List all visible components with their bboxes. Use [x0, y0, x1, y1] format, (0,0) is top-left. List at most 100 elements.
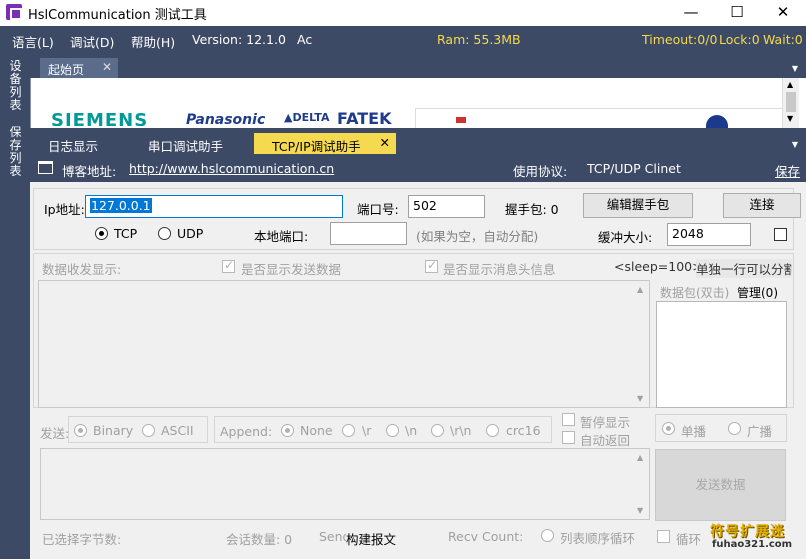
scroll-up-icon[interactable]: ▲	[787, 80, 793, 89]
show-send-checkbox[interactable]	[222, 258, 235, 273]
protocol-label: 使用协议:	[513, 164, 568, 179]
port-label: 端口号:	[357, 202, 399, 217]
tab-serial[interactable]: 串口调试助手	[148, 136, 223, 155]
scroll-up-icon[interactable]: ▲	[637, 453, 643, 462]
binary-radio[interactable]	[74, 424, 87, 437]
ascii-radio[interactable]	[142, 424, 155, 437]
ip-input[interactable]: 127.0.0.1	[85, 195, 343, 218]
port-input[interactable]: 502	[408, 195, 485, 218]
scroll-up-icon[interactable]: ▲	[637, 285, 643, 294]
tool-tab-bar: 日志显示 串口调试助手 TCP/IP调试助手 ✕ ▼	[30, 128, 806, 154]
send-textarea[interactable]: ▲ ▼	[40, 448, 650, 520]
save-link[interactable]: 保存	[775, 161, 800, 180]
loop-label: 循环	[676, 532, 702, 547]
manage-label[interactable]: 管理(0)	[737, 284, 778, 301]
append-rn-radio[interactable]	[431, 424, 444, 437]
udp-radio[interactable]	[158, 227, 171, 240]
minimize-button[interactable]: —	[668, 0, 714, 26]
title-bar: HslCommunication 测试工具 — ☐ ✕	[0, 0, 806, 26]
delta-logo: ▲DELTA	[284, 111, 330, 124]
ram-status: Ram: 55.3MB	[437, 32, 521, 47]
tab-start-page[interactable]: 起始页 ✕	[40, 58, 118, 78]
close-button[interactable]: ✕	[760, 0, 806, 26]
auto-return-checkbox[interactable]	[562, 431, 575, 444]
show-header-checkbox[interactable]	[425, 258, 438, 273]
scroll-down-icon[interactable]: ▼	[637, 506, 643, 515]
local-port-label: 本地端口:	[254, 229, 309, 244]
banner-mark	[456, 117, 466, 123]
show-header-label: 是否显示消息头信息	[443, 262, 556, 277]
close-icon[interactable]: ✕	[380, 135, 390, 150]
tcp-ip-panel: Ip地址: 127.0.0.1 端口号: 502 握手包: 0 编辑握手包 连接…	[30, 182, 806, 559]
udp-label: UDP	[177, 226, 204, 241]
chevron-down-icon[interactable]: ▼	[792, 140, 798, 149]
unicast-radio[interactable]	[662, 422, 675, 435]
banner-circle-icon	[706, 115, 728, 129]
connect-button[interactable]: 连接	[723, 193, 801, 218]
local-port-input[interactable]	[330, 222, 407, 245]
recv-label: 数据收发显示:	[42, 262, 122, 277]
append-rn-label: \r\n	[450, 423, 472, 438]
send-label: 发送:	[40, 426, 70, 441]
scroll-thumb[interactable]	[786, 92, 796, 112]
append-n-label: \n	[405, 423, 418, 438]
binary-label: Binary	[93, 423, 134, 438]
buffer-checkbox[interactable]	[774, 228, 787, 241]
close-icon[interactable]: ✕	[102, 60, 112, 74]
start-page-panel: SIEMENS Panasonic ▲DELTA FATEK ▲ ▼	[30, 78, 806, 129]
tab-tcp-ip[interactable]: TCP/IP调试助手 ✕	[254, 133, 396, 154]
menu-ac[interactable]: Ac	[297, 32, 312, 47]
left-dock-strip: 设备列表 保存列表	[0, 52, 30, 559]
protocol-value: TCP/UDP Clinet	[587, 161, 681, 176]
list-loop-radio[interactable]	[541, 529, 554, 542]
sleep-label: <sleep=100>	[614, 259, 703, 274]
doc-scrollbar[interactable]: ▲ ▼	[782, 78, 799, 128]
banner-image	[415, 108, 785, 129]
append-none-label: None	[300, 423, 333, 438]
receive-scrollbar[interactable]: ▲ ▼	[634, 281, 649, 407]
handshake-label: 握手包: 0	[505, 202, 559, 217]
buffer-input[interactable]: 2048	[667, 223, 751, 246]
broadcast-label: 广播	[747, 424, 773, 439]
blog-link[interactable]: http://www.hslcommunication.cn	[129, 161, 334, 176]
single-line-label: 单独一行可以分割	[696, 259, 792, 278]
append-crc16-radio[interactable]	[486, 424, 499, 437]
menu-bar: 语言(L) 调试(D) 帮助(H) Version: 12.1.0 Ac Ram…	[0, 26, 806, 52]
buffer-label: 缓冲大小:	[598, 230, 653, 245]
menu-language[interactable]: 语言(L)	[12, 32, 54, 51]
build-message-link[interactable]: 构建报文	[346, 529, 397, 548]
send-scrollbar[interactable]: ▲ ▼	[634, 449, 649, 519]
wait-status: Wait:0	[763, 32, 803, 47]
panasonic-logo: Panasonic	[186, 112, 266, 126]
pause-checkbox[interactable]	[562, 413, 575, 426]
saved-list-tab[interactable]: 保存列表	[9, 126, 22, 178]
send-data-button[interactable]: 发送数据	[655, 449, 786, 521]
tcp-radio[interactable]	[95, 227, 108, 240]
receive-textarea[interactable]: ▲ ▼	[38, 280, 650, 408]
append-n-radio[interactable]	[386, 424, 399, 437]
session-count-label: 会话数量: 0	[226, 532, 293, 547]
unicast-label: 单播	[681, 424, 707, 439]
app-icon	[6, 4, 22, 20]
timeout-status: Timeout:0/0	[642, 32, 718, 47]
maximize-button[interactable]: ☐	[714, 0, 760, 26]
append-r-radio[interactable]	[342, 424, 355, 437]
broadcast-radio[interactable]	[728, 422, 741, 435]
append-label: Append:	[220, 424, 273, 439]
packet-label: 数据包(双击)	[660, 286, 730, 300]
device-list-tab[interactable]: 设备列表	[9, 60, 22, 112]
menu-help[interactable]: 帮助(H)	[131, 32, 175, 51]
menu-debug[interactable]: 调试(D)	[70, 32, 114, 51]
packet-list[interactable]	[656, 301, 787, 408]
edit-handshake-button[interactable]: 编辑握手包	[583, 193, 693, 218]
scroll-down-icon[interactable]: ▼	[787, 114, 793, 123]
info-bar: 博客地址: http://www.hslcommunication.cn 使用协…	[30, 154, 806, 182]
tab-log[interactable]: 日志显示	[48, 136, 98, 155]
loop-checkbox[interactable]	[657, 530, 670, 543]
local-port-hint: (如果为空，自动分配)	[416, 229, 539, 244]
fatek-logo: FATEK	[337, 109, 392, 126]
scroll-down-icon[interactable]: ▼	[637, 394, 643, 403]
chevron-down-icon[interactable]: ▼	[792, 64, 798, 73]
tab-start-label: 起始页	[48, 63, 85, 77]
append-none-radio[interactable]	[281, 424, 294, 437]
